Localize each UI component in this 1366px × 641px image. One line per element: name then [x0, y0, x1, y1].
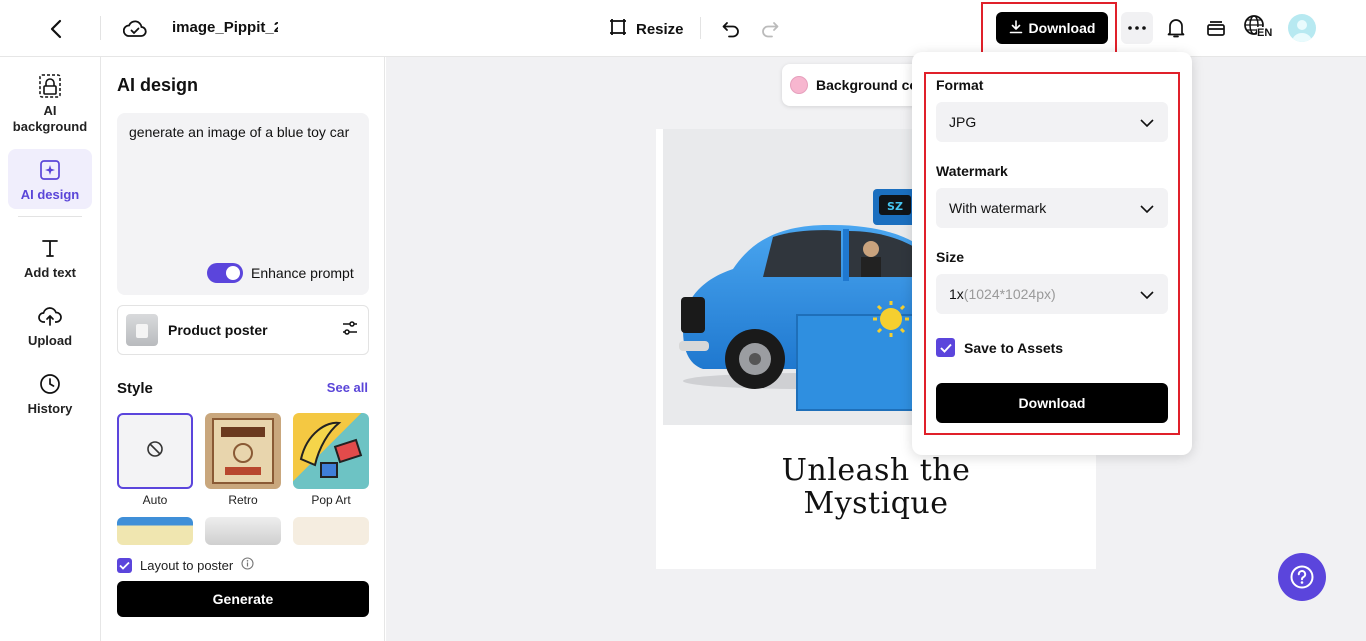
- size-label: Size: [936, 249, 965, 265]
- size-value: 1x: [949, 286, 964, 302]
- size-select[interactable]: 1x(1024*1024px): [936, 274, 1168, 314]
- background-color-button[interactable]: Background color: [782, 64, 930, 106]
- resize-label: Resize: [636, 20, 684, 38]
- avatar[interactable]: [1288, 14, 1316, 42]
- text-icon: [37, 235, 63, 261]
- rail-item-ai-background[interactable]: AI background: [8, 73, 92, 139]
- save-to-assets-row: Save to Assets: [936, 338, 1063, 357]
- enhance-prompt-label: Enhance prompt: [251, 265, 354, 281]
- layout-to-poster-checkbox[interactable]: [117, 557, 132, 573]
- style-tile[interactable]: [117, 517, 193, 545]
- rail-label: Upload: [27, 333, 73, 348]
- layout-to-poster-label: Layout to poster: [140, 557, 234, 573]
- top-bar: image_Pippit_20 Resize Download EN: [0, 0, 1366, 57]
- headline-line-1: Unleash the: [781, 453, 971, 488]
- divider: [700, 17, 701, 39]
- history-icon: [37, 371, 63, 397]
- style-label: Auto: [142, 493, 168, 507]
- resize-button[interactable]: Resize: [608, 16, 684, 42]
- project-name[interactable]: image_Pippit_20: [172, 19, 278, 36]
- see-all-link[interactable]: See all: [327, 380, 368, 395]
- rail-item-add-text[interactable]: Add text: [8, 235, 92, 281]
- style-tile[interactable]: [205, 517, 281, 545]
- style-tile-retro[interactable]: [205, 413, 281, 489]
- redo-icon[interactable]: [757, 16, 783, 42]
- settings-sliders-icon[interactable]: [342, 320, 358, 340]
- info-icon[interactable]: [241, 557, 254, 573]
- bell-icon[interactable]: [1163, 15, 1189, 41]
- chevron-down-icon: [1140, 114, 1154, 130]
- watermark-label: Watermark: [936, 163, 1008, 179]
- size-value-group: 1x(1024*1024px): [949, 286, 1056, 302]
- undo-icon[interactable]: [718, 16, 744, 42]
- resize-icon: [608, 17, 628, 41]
- rail-label: Add text: [24, 265, 76, 280]
- style-heading: Style: [117, 380, 153, 397]
- format-select[interactable]: JPG: [936, 102, 1168, 142]
- rail-label: History: [27, 401, 73, 416]
- rail-item-ai-design[interactable]: AI design: [8, 149, 92, 209]
- size-detail: (1024*1024px): [963, 286, 1056, 302]
- style-label: Retro: [228, 493, 258, 507]
- upload-icon: [37, 303, 63, 329]
- generate-button[interactable]: Generate: [117, 581, 369, 617]
- style-tile-pop-art[interactable]: [293, 413, 369, 489]
- watermark-select[interactable]: With watermark: [936, 188, 1168, 228]
- confirm-download-button[interactable]: Download: [936, 383, 1168, 423]
- cloud-saved-icon: [122, 16, 148, 42]
- credits-icon[interactable]: [1203, 15, 1229, 41]
- format-label: Format: [936, 77, 984, 93]
- panel-title: AI design: [117, 75, 199, 95]
- rail-label: AI design: [20, 187, 80, 202]
- rail-item-history[interactable]: History: [8, 371, 92, 417]
- help-icon[interactable]: [1278, 553, 1326, 601]
- template-selector[interactable]: Product poster: [117, 305, 369, 355]
- chevron-down-icon: [1140, 286, 1154, 302]
- format-value: JPG: [949, 114, 977, 130]
- enhance-prompt-row: Enhance prompt: [207, 263, 354, 283]
- ai-background-icon: [37, 73, 63, 99]
- save-to-assets-label: Save to Assets: [964, 339, 1064, 356]
- rail-item-upload[interactable]: Upload: [8, 303, 92, 349]
- roof-sign-text: SZ: [887, 200, 903, 213]
- more-icon[interactable]: [1121, 12, 1153, 44]
- language-icon[interactable]: EN: [1243, 14, 1275, 42]
- watermark-value: With watermark: [949, 200, 1047, 216]
- poster-headline[interactable]: Unleash the Mystique: [656, 454, 1096, 520]
- ai-design-icon: [37, 157, 63, 183]
- template-thumbnail: [126, 314, 158, 346]
- poster-image[interactable]: SZ: [663, 129, 923, 425]
- download-button[interactable]: Download: [996, 12, 1108, 44]
- style-tile[interactable]: [293, 517, 369, 545]
- template-label: Product poster: [168, 322, 268, 338]
- rail-label: AI background: [12, 103, 88, 134]
- divider: [100, 16, 101, 40]
- color-swatch: [790, 76, 808, 94]
- language-code: EN: [1257, 27, 1273, 39]
- style-tile-auto[interactable]: [117, 413, 193, 489]
- style-label: Pop Art: [311, 493, 351, 507]
- tool-rail: AI background AI design Add text Upload …: [0, 57, 101, 641]
- no-style-icon: [146, 440, 164, 463]
- save-to-assets-checkbox[interactable]: [936, 338, 955, 357]
- ai-design-panel: AI design generate an image of a blue to…: [101, 57, 385, 641]
- download-label: Download: [1028, 20, 1096, 36]
- divider: [18, 216, 82, 217]
- headline-line-2: Mystique: [803, 486, 949, 521]
- download-icon: [1009, 19, 1023, 37]
- enhance-prompt-toggle[interactable]: [207, 263, 243, 283]
- prompt-text: generate an image of a blue toy car: [129, 124, 350, 140]
- prompt-input[interactable]: generate an image of a blue toy car Enha…: [117, 113, 369, 295]
- chevron-down-icon: [1140, 200, 1154, 216]
- layout-to-poster-row: Layout to poster: [117, 557, 254, 573]
- back-icon[interactable]: [44, 16, 70, 42]
